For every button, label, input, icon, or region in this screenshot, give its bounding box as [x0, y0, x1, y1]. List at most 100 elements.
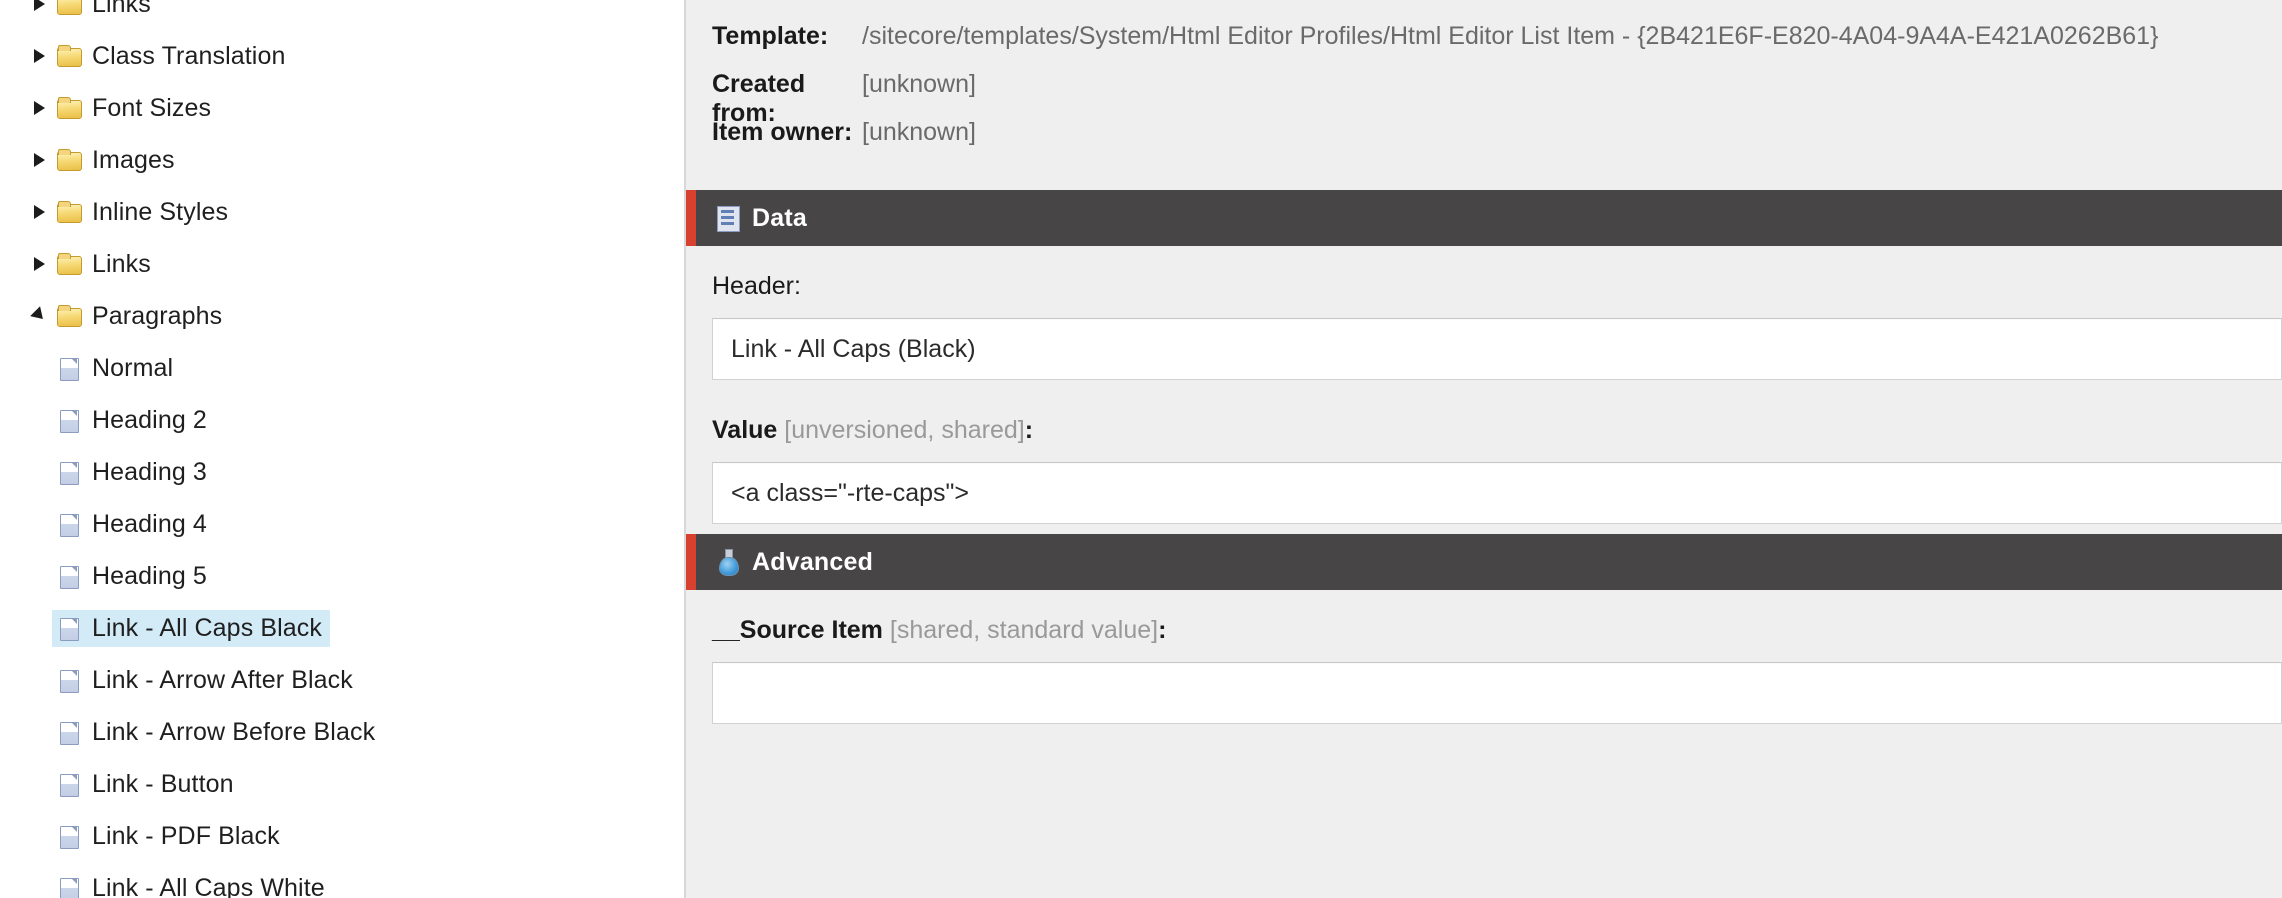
source-item-label-colon: : [1158, 616, 1167, 644]
tree-node-label: Link - All Caps White [92, 873, 325, 898]
data-list-icon [713, 203, 743, 233]
expand-collapse-right-icon[interactable] [26, 134, 52, 186]
tree-node-content[interactable]: Heading 3 [52, 454, 215, 491]
tree-node-content[interactable]: Link - Button [52, 766, 242, 803]
source-item-label-note: [shared, standard value] [882, 616, 1159, 644]
tree-folder-node[interactable]: Paragraphs [0, 290, 684, 342]
tree-node-content[interactable]: Normal [52, 350, 181, 387]
section-title-advanced: Advanced [752, 547, 874, 576]
tree-node-label: Heading 5 [92, 561, 207, 590]
document-icon [56, 668, 82, 693]
tree-node-label: Paragraphs [92, 301, 223, 330]
tree-node-label: Class Translation [92, 41, 286, 70]
tree-node-content[interactable]: Link - All Caps Black [52, 609, 330, 647]
tree-node-content[interactable]: Images [52, 142, 183, 179]
metadata-row-template: Template: /sitecore/templates/System/Htm… [712, 22, 2282, 70]
tree-node-label: Link - Arrow Before Black [92, 717, 376, 746]
folder-icon [56, 0, 82, 16]
tree-node-content[interactable]: Link - Arrow Before Black [52, 714, 383, 751]
document-icon [56, 616, 82, 641]
tree-node-content[interactable]: Links [52, 246, 159, 283]
tree-item-node[interactable]: Link - Arrow After Black [0, 654, 684, 706]
item-owner-label: Item owner: [712, 118, 853, 146]
tree-node-content[interactable]: Heading 5 [52, 558, 215, 595]
expand-collapse-right-icon[interactable] [26, 82, 52, 134]
item-owner-value: [unknown] [862, 118, 976, 146]
content-tree-panel[interactable]: Links Class Translation Font Sizes Images In… [0, 0, 686, 898]
tree-item-node[interactable]: Heading 4 [0, 498, 684, 550]
expand-collapse-right-icon[interactable] [26, 30, 52, 82]
content-tree-list: Links Class Translation Font Sizes Images In… [0, 0, 684, 898]
tree-folder-node[interactable]: Class Translation [0, 30, 684, 82]
section-header-advanced[interactable]: Advanced [686, 534, 2282, 590]
folder-icon [56, 44, 82, 68]
tree-folder-node[interactable]: Links [0, 0, 684, 30]
header-field-input[interactable]: Link - All Caps (Black) [712, 318, 2282, 380]
document-icon [56, 512, 82, 537]
tree-node-label: Normal [92, 353, 174, 382]
tree-item-node[interactable]: Link - PDF Black [0, 810, 684, 862]
tree-item-node[interactable]: Normal [0, 342, 684, 394]
value-field-label-colon: : [1024, 416, 1034, 444]
header-field-label-text: Header: [712, 272, 801, 300]
tree-node-label: Link - Arrow After Black [92, 665, 353, 694]
tree-item-node[interactable]: Heading 5 [0, 550, 684, 602]
expand-collapse-down-icon[interactable] [26, 290, 52, 342]
expand-collapse-right-icon[interactable] [26, 0, 52, 30]
tree-folder-node[interactable]: Images [0, 134, 684, 186]
tree-folder-node[interactable]: Font Sizes [0, 82, 684, 134]
source-item-field-label: __Source Item [shared, standard value]: [712, 616, 2282, 645]
folder-icon [56, 96, 82, 120]
document-icon [56, 408, 82, 433]
document-icon [56, 876, 82, 898]
value-field-label: Value [unversioned, shared]: [712, 416, 2282, 445]
section-title-data: Data [752, 203, 807, 232]
tree-node-content[interactable]: Font Sizes [52, 90, 219, 127]
value-field-label-note: [unversioned, shared] [777, 416, 1025, 444]
folder-icon [56, 148, 82, 172]
document-icon [56, 460, 82, 485]
tree-node-label: Link - PDF Black [92, 821, 280, 850]
tree-node-label: Heading 2 [92, 405, 207, 434]
expand-collapse-right-icon[interactable] [26, 238, 52, 290]
value-field-label-text: Value [712, 416, 778, 444]
document-icon [56, 564, 82, 589]
tree-node-content[interactable]: Heading 2 [52, 402, 215, 439]
tree-node-content[interactable]: Heading 4 [52, 506, 215, 543]
tree-node-label: Heading 3 [92, 457, 207, 486]
tree-node-content[interactable]: Link - Arrow After Black [52, 662, 361, 699]
tree-item-node[interactable]: Link - Arrow Before Black [0, 706, 684, 758]
field-group-advanced: __Source Item [shared, standard value]: [686, 590, 2282, 724]
tree-node-content[interactable]: Links [52, 0, 159, 23]
document-icon [56, 356, 82, 381]
document-icon [56, 720, 82, 745]
tree-item-node[interactable]: Heading 2 [0, 394, 684, 446]
folder-icon [56, 200, 82, 224]
tree-item-node[interactable]: Link - All Caps Black [0, 602, 684, 654]
tree-node-label: Images [92, 145, 175, 174]
expand-collapse-right-icon[interactable] [26, 186, 52, 238]
tree-node-content[interactable]: Paragraphs [52, 298, 230, 335]
header-field-label: Header: [712, 272, 2282, 301]
field-group-data: Header: Link - All Caps (Black) Value [u… [686, 246, 2282, 524]
section-header-data[interactable]: Data [686, 190, 2282, 246]
tree-folder-node[interactable]: Inline Styles [0, 186, 684, 238]
metadata-row-item-owner: Item owner: [unknown] [712, 118, 2282, 166]
source-item-label-text: __Source Item [712, 616, 883, 644]
tree-item-node[interactable]: Link - All Caps White [0, 862, 684, 898]
value-field-input[interactable]: <a class="-rte-caps"> [712, 462, 2282, 524]
tree-node-content[interactable]: Link - All Caps White [52, 870, 333, 898]
source-item-field-input[interactable] [712, 662, 2282, 724]
document-icon [56, 772, 82, 797]
tree-item-node[interactable]: Heading 3 [0, 446, 684, 498]
tree-node-content[interactable]: Class Translation [52, 38, 293, 75]
tree-node-label: Heading 4 [92, 509, 207, 538]
tree-node-label: Link - Button [92, 769, 234, 798]
tree-item-node[interactable]: Link - Button [0, 758, 684, 810]
folder-icon [56, 252, 82, 276]
tree-node-content[interactable]: Inline Styles [52, 194, 236, 231]
tree-node-label: Links [92, 0, 151, 18]
tree-folder-node[interactable]: Links [0, 238, 684, 290]
created-from-value: [unknown] [862, 70, 976, 98]
tree-node-content[interactable]: Link - PDF Black [52, 818, 288, 855]
